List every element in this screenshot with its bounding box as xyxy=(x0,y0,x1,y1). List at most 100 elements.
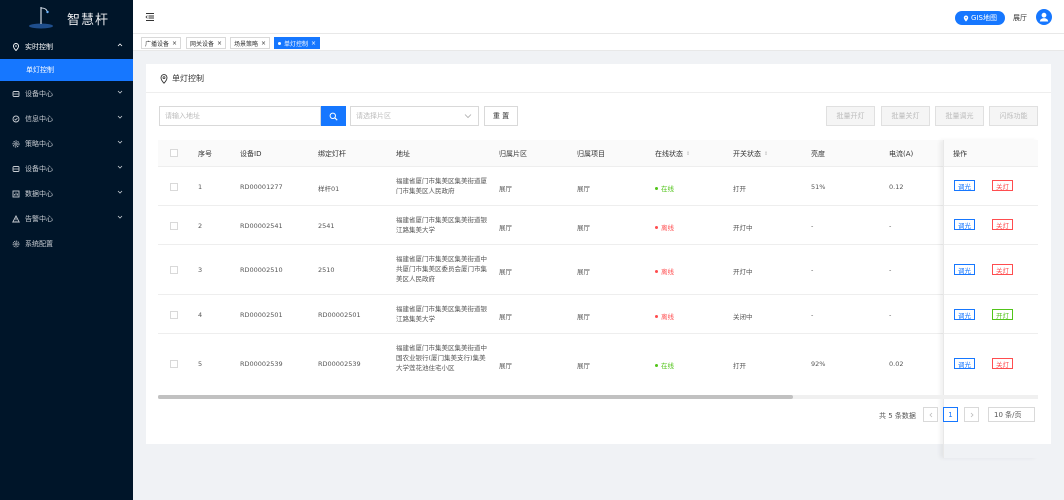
cell-switch: 关闭中 xyxy=(733,313,753,321)
sidebar-item-device-center[interactable]: 设备中心 xyxy=(0,81,133,106)
cell-pole: 2510 xyxy=(318,266,335,274)
close-icon[interactable]: × xyxy=(217,40,222,47)
dim-button[interactable]: 调光 xyxy=(954,219,975,230)
sidebar-item-single-lamp[interactable]: 单灯控制 xyxy=(0,59,133,81)
cell-brightness: 92% xyxy=(811,360,826,368)
pagination-total: 共 5 条数据 xyxy=(879,412,916,420)
sort-icon[interactable]: ⇕ xyxy=(686,151,690,157)
column-header-sortable[interactable]: 在线状态 ⇕ xyxy=(655,149,690,159)
column-header: 绑定灯杆 xyxy=(318,150,346,158)
reset-button[interactable]: 重 置 xyxy=(484,106,518,126)
chevron-down-icon xyxy=(117,190,123,194)
status-text: 在线 xyxy=(661,362,674,370)
cell-device-id: RD00002539 xyxy=(240,360,283,368)
chevron-down-icon xyxy=(464,114,472,119)
table-row: 4 RD00002501 RD00002501 福建省厦门市集美区集美街道银江路… xyxy=(158,295,1038,334)
gis-map-button[interactable]: GIS地图 xyxy=(955,11,1005,25)
sidebar-item-realtime[interactable]: 实时控制 xyxy=(0,34,133,59)
turn-off-button[interactable]: 关灯 xyxy=(992,264,1013,275)
sidebar-item-info-center[interactable]: 信息中心 xyxy=(0,106,133,131)
table-row: 3 RD00002510 2510 福建省厦门市集美区集美街道中共厦门市集美区委… xyxy=(158,245,1038,295)
cell-address: 福建省厦门市集美区集美街道厦门市集美区人民政府 xyxy=(396,177,487,195)
column-header: 电流(A) xyxy=(889,150,914,158)
area-select[interactable]: 请选择片区 xyxy=(350,106,479,126)
avatar[interactable] xyxy=(1036,9,1052,25)
cell-device-id: RD00002510 xyxy=(240,266,283,274)
tab-label: 场景策略 xyxy=(234,40,259,48)
row-checkbox[interactable] xyxy=(170,183,178,191)
dim-button[interactable]: 调光 xyxy=(954,358,975,369)
row-checkbox[interactable] xyxy=(170,266,178,274)
dim-button[interactable]: 调光 xyxy=(954,264,975,275)
turn-off-button[interactable]: 关灯 xyxy=(992,219,1013,230)
tab-gateway[interactable]: 网关设备 × xyxy=(186,37,227,49)
area-placeholder: 请选择片区 xyxy=(356,112,391,120)
chevron-down-icon xyxy=(117,115,123,119)
horizontal-scrollbar[interactable] xyxy=(158,395,1038,399)
prev-page-button[interactable] xyxy=(923,407,938,422)
table-header: 序号 设备ID 绑定灯杆 地址 归属片区 归属项目 在线状态 ⇕ 开关状态 ⇕ 亮度… xyxy=(158,140,1038,167)
status-text: 离线 xyxy=(661,224,674,232)
row-checkbox[interactable] xyxy=(170,222,178,230)
cell-index: 5 xyxy=(198,360,203,368)
bulk-dim-button[interactable]: 批量调光 xyxy=(935,106,984,126)
column-header: 地址 xyxy=(396,150,410,158)
active-dot xyxy=(278,41,281,45)
cell-project: 展厅 xyxy=(577,268,590,276)
table-row: 5 RD00002539 RD00002539 福建省厦门市集美区集美街道中国农… xyxy=(158,334,1038,395)
cell-device-id: RD00001277 xyxy=(240,183,283,191)
sidebar-item-label: 设备中心 xyxy=(25,164,53,173)
bulk-on-button[interactable]: 批量开灯 xyxy=(826,106,875,126)
row-checkbox[interactable] xyxy=(170,311,178,319)
chevron-right-icon xyxy=(970,412,974,417)
bulk-off-button[interactable]: 批量关灯 xyxy=(881,106,930,126)
select-all-checkbox[interactable] xyxy=(170,149,178,157)
search-button[interactable] xyxy=(321,106,346,126)
close-icon[interactable]: × xyxy=(172,40,177,47)
tab-scene-strategy[interactable]: 场景策略 × xyxy=(230,37,271,49)
close-icon[interactable]: × xyxy=(311,40,316,47)
column-header: 序号 xyxy=(198,150,212,158)
tab-bar: 广播设备 × 网关设备 × 场景策略 × 单灯控制 × xyxy=(133,34,1064,51)
address-search-input[interactable]: 请输入地址 xyxy=(159,106,321,126)
cell-area: 展厅 xyxy=(499,313,512,321)
turn-on-button[interactable]: 开灯 xyxy=(992,309,1013,320)
dim-button[interactable]: 调光 xyxy=(954,180,975,191)
sidebar-item-data-center[interactable]: 数据中心 xyxy=(0,181,133,206)
chevron-up-icon xyxy=(117,43,123,47)
tab-label: 网关设备 xyxy=(190,40,215,48)
sidebar-item-alert-center[interactable]: 告警中心 xyxy=(0,206,133,231)
menu-fold-icon[interactable] xyxy=(145,12,155,22)
dim-button[interactable]: 调光 xyxy=(954,309,975,320)
status-dot xyxy=(655,314,658,318)
column-header-sortable[interactable]: 开关状态 ⇕ xyxy=(733,149,768,159)
device-icon xyxy=(12,90,20,98)
cell-current: 0.02 xyxy=(889,360,904,368)
page-number[interactable]: 1 xyxy=(943,407,958,422)
close-icon[interactable]: × xyxy=(261,40,266,47)
page-size-select[interactable]: 10 条/页 xyxy=(988,407,1035,422)
cell-brightness: - xyxy=(811,266,814,274)
next-page-button[interactable] xyxy=(964,407,979,422)
cell-switch: 开灯中 xyxy=(733,268,753,276)
cell-address: 福建省厦门市集美区集美街道银江路集美大学 xyxy=(396,305,487,323)
location-pin-icon xyxy=(160,73,168,84)
sidebar-item-system-config[interactable]: 系统配置 xyxy=(0,231,133,256)
flash-button[interactable]: 闪烁功能 xyxy=(989,106,1038,126)
sidebar-item-label: 告警中心 xyxy=(25,214,53,223)
tab-broadcast[interactable]: 广播设备 × xyxy=(141,37,182,49)
status-badge: 离线 xyxy=(655,311,674,321)
scrollbar-thumb[interactable] xyxy=(158,395,793,399)
row-checkbox[interactable] xyxy=(170,360,178,368)
strategy-icon xyxy=(12,140,20,148)
turn-off-button[interactable]: 关灯 xyxy=(992,180,1013,191)
sidebar-item-device-center-2[interactable]: 设备中心 xyxy=(0,156,133,181)
sidebar-item-strategy-center[interactable]: 策略中心 xyxy=(0,131,133,156)
main-card: 单灯控制 请输入地址 请选择片区 重 置 批量开灯 批量关灯 批量调光 闪烁功能… xyxy=(146,64,1051,458)
turn-off-button[interactable]: 关灯 xyxy=(992,358,1013,369)
column-header: 归属片区 xyxy=(499,150,527,158)
sort-icon[interactable]: ⇕ xyxy=(764,151,768,157)
tab-single-lamp[interactable]: 单灯控制 × xyxy=(274,37,321,49)
user-name[interactable]: 展厅 xyxy=(1013,13,1027,23)
status-badge: 离线 xyxy=(655,222,674,232)
